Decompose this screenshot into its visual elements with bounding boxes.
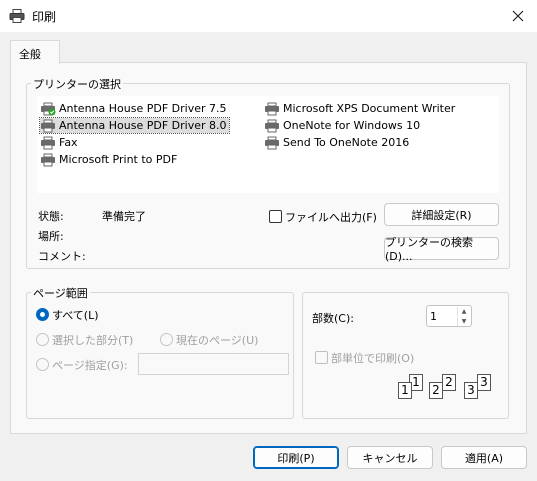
default-printer-icon xyxy=(41,102,56,115)
printer-name: OneNote for Windows 10 xyxy=(283,119,421,132)
print-to-file-checkbox[interactable] xyxy=(269,210,282,223)
printer-icon xyxy=(265,119,279,132)
printer-item[interactable]: Send To OneNote 2016 xyxy=(264,135,411,150)
printer-list[interactable]: Antenna House PDF Driver 7.5 Antenna Hou… xyxy=(37,96,499,193)
collate-page: 2 xyxy=(429,382,443,399)
collate-page: 3 xyxy=(477,374,491,391)
printer-icon xyxy=(41,119,55,132)
collate-page: 1 xyxy=(398,382,412,399)
tab-general[interactable]: 全般 xyxy=(10,40,60,64)
printer-icon xyxy=(265,102,279,115)
printer-name: Antenna House PDF Driver 7.5 xyxy=(59,102,227,115)
status-label: 状態: xyxy=(38,210,64,223)
printer-item-selected[interactable]: Antenna House PDF Driver 8.0 xyxy=(39,117,230,134)
collate-checkbox[interactable] xyxy=(315,351,328,364)
printer-icon xyxy=(265,136,279,149)
page-range-all-radio[interactable] xyxy=(36,308,49,321)
printer-item[interactable]: OneNote for Windows 10 xyxy=(264,118,422,133)
chevron-up-icon[interactable]: ▲ xyxy=(457,307,470,316)
status-value: 準備完了 xyxy=(102,210,146,223)
collate-page: 3 xyxy=(464,382,478,399)
copies-label: 部数(C): xyxy=(312,312,354,325)
printer-icon xyxy=(41,153,55,166)
page-range-selection-label[interactable]: 選択した部分(T) xyxy=(52,332,133,348)
printer-name: Microsoft Print to PDF xyxy=(59,153,178,166)
window-title: 印刷 xyxy=(32,10,57,24)
printer-name: Fax xyxy=(59,136,78,149)
printer-item[interactable]: Fax xyxy=(40,135,80,150)
comment-label: コメント: xyxy=(38,250,86,263)
page-range-legend: ページ範囲 xyxy=(31,285,90,301)
collate-label[interactable]: 部単位で印刷(O) xyxy=(331,350,414,366)
printer-item[interactable]: Microsoft XPS Document Writer xyxy=(264,101,457,116)
close-icon xyxy=(512,10,524,22)
page-range-pages-input[interactable] xyxy=(138,353,289,375)
preferences-button[interactable]: 詳細設定(R) xyxy=(384,203,499,226)
printer-name: Send To OneNote 2016 xyxy=(283,136,410,149)
apply-button[interactable]: 適用(A) xyxy=(441,446,527,469)
printer-icon xyxy=(9,8,25,24)
close-button[interactable] xyxy=(504,4,532,28)
print-button[interactable]: 印刷(P) xyxy=(253,446,339,469)
print-to-file-label[interactable]: ファイルへ出力(F) xyxy=(285,209,377,225)
printer-item[interactable]: Antenna House PDF Driver 7.5 xyxy=(40,101,229,116)
printer-name: Antenna House PDF Driver 8.0 xyxy=(59,119,227,132)
fax-icon xyxy=(41,136,55,149)
location-label: 場所: xyxy=(38,230,64,243)
page-range-current-radio[interactable] xyxy=(160,333,173,346)
printer-select-legend: プリンターの選択 xyxy=(31,76,123,92)
find-printer-button[interactable]: プリンターの検索(D)... xyxy=(384,236,499,263)
chevron-down-icon[interactable]: ▼ xyxy=(457,317,470,326)
page-range-pages-radio[interactable] xyxy=(36,358,49,371)
copies-value: 1 xyxy=(430,310,437,323)
collate-page: 2 xyxy=(442,374,456,391)
printer-item[interactable]: Microsoft Print to PDF xyxy=(40,152,179,167)
page-range-pages-label[interactable]: ページ指定(G): xyxy=(52,357,128,373)
page-range-current-label[interactable]: 現在のページ(U) xyxy=(176,332,258,348)
page-range-all-label[interactable]: すべて(L) xyxy=(52,307,99,323)
cancel-button[interactable]: キャンセル xyxy=(347,446,433,469)
title-bar xyxy=(0,0,537,32)
printer-name: Microsoft XPS Document Writer xyxy=(283,102,456,115)
page-range-selection-radio[interactable] xyxy=(36,333,49,346)
